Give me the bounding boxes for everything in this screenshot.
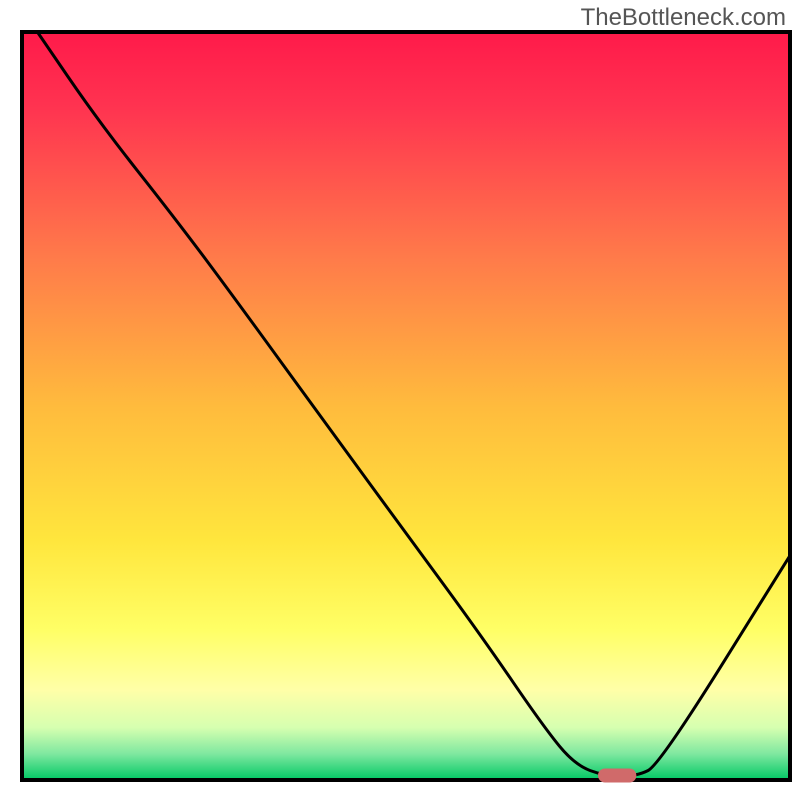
chart-frame: TheBottleneck.com	[0, 0, 800, 800]
bottleneck-plot	[0, 0, 800, 800]
optimal-highlight	[598, 769, 636, 783]
plot-background	[22, 32, 790, 780]
watermark-text: TheBottleneck.com	[581, 4, 786, 32]
